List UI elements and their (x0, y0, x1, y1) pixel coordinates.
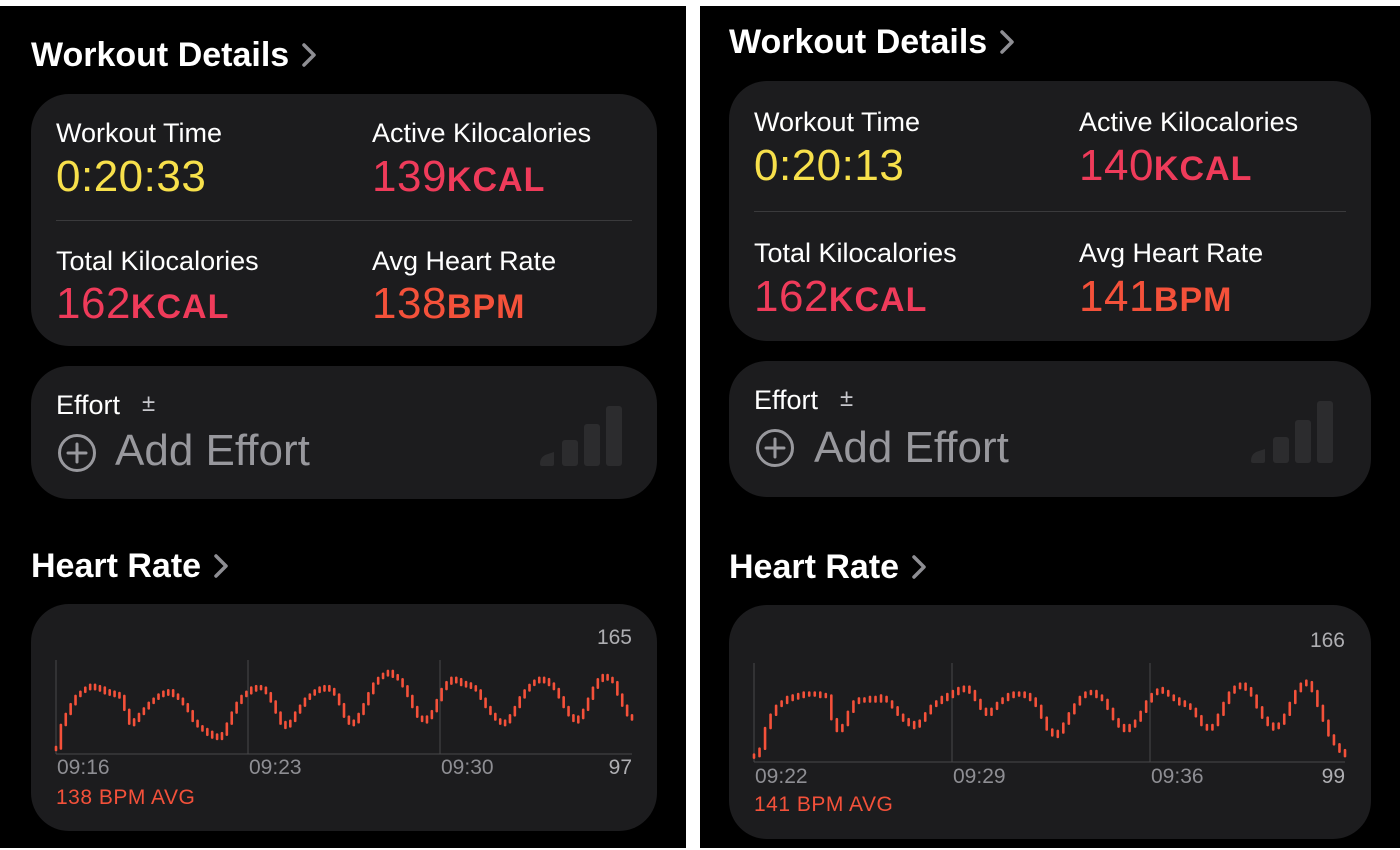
effort-info-icon[interactable]: ± (142, 390, 155, 418)
avg-hr-number: 141 (1079, 272, 1154, 321)
active-kcal-label: Active Kilocalories (372, 118, 592, 148)
plus-circle-icon[interactable] (754, 427, 796, 469)
total-kcal-number: 162 (56, 279, 131, 328)
avg-bpm-label: 141 BPM AVG (754, 793, 894, 816)
active-kcal-number: 140 (1079, 141, 1154, 190)
workout-details-title: Workout Details (31, 36, 290, 74)
x-tick-label: 09:23 (249, 756, 302, 779)
y-max-label: 166 (1310, 629, 1345, 652)
y-min-label: 97 (609, 756, 632, 779)
signal-bars-icon (540, 406, 622, 466)
workout-time-value: 0:20:33 (56, 152, 207, 201)
total-kcal-value: 162KCAL (56, 279, 229, 329)
total-kcal-value: 162KCAL (754, 272, 927, 322)
x-tick-label: 09:30 (441, 756, 494, 779)
y-min-label: 99 (1322, 765, 1345, 788)
effort-label: Effort (56, 390, 121, 420)
active-kcal-value: 139KCAL (372, 152, 545, 202)
active-kcal-label: Active Kilocalories (1079, 107, 1299, 137)
workout-details-header[interactable]: Workout Details (31, 36, 317, 75)
add-effort-button[interactable]: Add Effort (814, 423, 1009, 473)
effort-card[interactable]: Effort ± Add Effort (31, 366, 657, 499)
active-kcal-unit: KCAL (446, 161, 546, 199)
workout-details-card[interactable]: Workout Time 0:20:33 Active Kilocalories… (31, 94, 657, 346)
heart-rate-header[interactable]: Heart Rate (31, 547, 229, 586)
active-kcal-number: 139 (372, 152, 447, 201)
avg-hr-value: 141BPM (1079, 272, 1232, 322)
x-tick-label: 09:16 (57, 756, 110, 779)
workout-time-label: Workout Time (56, 118, 223, 148)
active-kcal-unit: KCAL (1153, 150, 1253, 188)
heart-rate-title: Heart Rate (729, 548, 900, 586)
effort-label: Effort (754, 385, 819, 415)
x-tick-label: 09:36 (1151, 765, 1204, 788)
workout-summary-panel-right: Workout Details Workout Time 0:20:13 Act… (700, 6, 1400, 848)
avg-hr-unit: BPM (446, 288, 526, 326)
heart-rate-card[interactable]: 09:22 09:29 09:36 166 99 141 BPM AVG (729, 605, 1371, 839)
workout-details-card[interactable]: Workout Time 0:20:13 Active Kilocalories… (729, 81, 1371, 341)
avg-hr-number: 138 (372, 279, 447, 328)
add-effort-button[interactable]: Add Effort (115, 426, 310, 476)
workout-summary-panel-left: Workout Details Workout Time 0:20:33 Act… (0, 6, 686, 848)
x-tick-label: 09:29 (953, 765, 1006, 788)
total-kcal-number: 162 (754, 272, 829, 321)
total-kcal-unit: KCAL (828, 281, 928, 319)
y-max-label: 165 (597, 626, 632, 649)
workout-details-title: Workout Details (729, 23, 988, 61)
workout-time-value: 0:20:13 (754, 141, 905, 190)
total-kcal-label: Total Kilocalories (754, 238, 957, 268)
signal-bars-icon (1251, 401, 1333, 463)
x-tick-label: 09:22 (755, 765, 808, 788)
effort-info-icon[interactable]: ± (840, 385, 853, 413)
heart-rate-card[interactable]: 09:16 09:23 09:30 165 97 138 BPM AVG (31, 604, 657, 831)
chevron-right-icon (214, 554, 228, 578)
workout-details-header[interactable]: Workout Details (729, 23, 1015, 62)
stats-divider (754, 211, 1346, 212)
heart-rate-title: Heart Rate (31, 547, 202, 585)
avg-hr-unit: BPM (1153, 281, 1233, 319)
chevron-right-icon (912, 555, 926, 579)
effort-card[interactable]: Effort ± Add Effort (729, 361, 1371, 497)
active-kcal-value: 140KCAL (1079, 141, 1252, 191)
avg-bpm-label: 138 BPM AVG (56, 786, 196, 809)
total-kcal-label: Total Kilocalories (56, 246, 259, 276)
chevron-right-icon (302, 43, 316, 67)
avg-hr-label: Avg Heart Rate (1079, 238, 1264, 268)
heart-rate-header[interactable]: Heart Rate (729, 548, 927, 587)
avg-hr-value: 138BPM (372, 279, 525, 329)
chevron-right-icon (1000, 30, 1014, 54)
stats-divider (56, 220, 632, 221)
plus-circle-icon[interactable] (56, 432, 98, 474)
total-kcal-unit: KCAL (130, 288, 230, 326)
workout-time-label: Workout Time (754, 107, 921, 137)
avg-hr-label: Avg Heart Rate (372, 246, 557, 276)
